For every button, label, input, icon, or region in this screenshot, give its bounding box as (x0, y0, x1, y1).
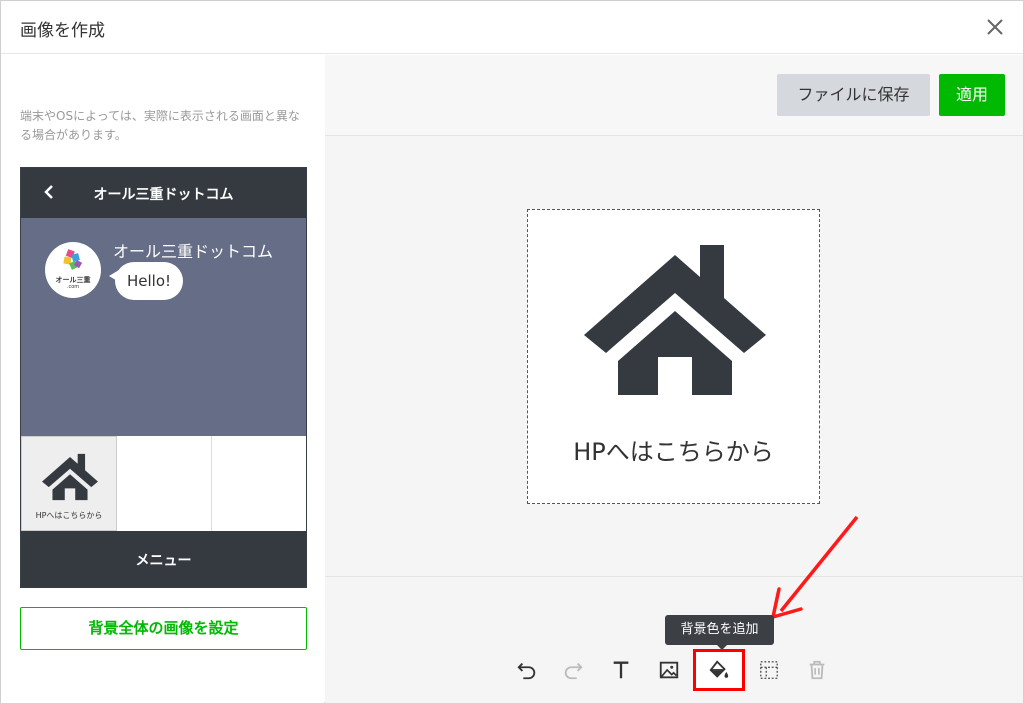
close-icon[interactable] (983, 15, 1007, 39)
rich-menu-cell-2[interactable] (117, 436, 212, 531)
avatar: オール三重 .com (45, 242, 101, 298)
background-grid-icon (760, 661, 778, 679)
image-icon (659, 661, 679, 679)
red-arrow-annotation (765, 513, 875, 623)
undo-button[interactable] (509, 652, 545, 688)
canvas-area: HPへはこちらから (325, 137, 1023, 577)
phone-header-title: オール三重ドットコム (93, 187, 234, 203)
rich-menu-cell-1[interactable]: HPへはこちらから (21, 436, 117, 531)
text-icon (613, 661, 629, 679)
redo-icon (564, 662, 583, 680)
preview-panel: 端末やOSによっては、実際に表示される画面と異なる場合があります。 オール三重ド… (1, 55, 324, 703)
tooltip: 背景色を追加 (665, 615, 774, 645)
modal-header: 画像を作成 (1, 1, 1023, 54)
phone-header: オール三重ドットコム (21, 168, 306, 218)
canvas-text[interactable]: HPへはこちらから (528, 432, 819, 467)
phone-preview: オール三重ドットコム オール三重 .com オール三重ドットコム Hello! … (20, 167, 307, 588)
image-canvas[interactable]: HPへはこちらから (527, 209, 820, 504)
editor-top-bar: ファイルに保存 適用 (325, 55, 1023, 136)
house-icon (42, 453, 98, 501)
preview-notice: 端末やOSによっては、実際に表示される画面と異なる場合があります。 (20, 109, 300, 142)
rich-menu-preview: HPへはこちらから (21, 436, 306, 531)
save-to-file-button[interactable]: ファイルに保存 (777, 74, 930, 116)
avatar-brand-sub-text: .com (66, 284, 80, 290)
trash-icon (809, 660, 825, 680)
apply-button[interactable]: 適用 (939, 74, 1005, 116)
editor-toolbar (505, 649, 835, 692)
add-image-button[interactable] (651, 652, 687, 688)
set-background-image-button[interactable]: 背景全体の画像を設定 (20, 607, 307, 650)
add-background-color-button[interactable] (693, 649, 745, 691)
rich-menu-cell-label: HPへはこちらから (35, 511, 103, 520)
create-image-modal: 画像を作成 端末やOSによっては、実際に表示される画面と異なる場合があります。 … (0, 0, 1024, 703)
rich-menu-bar[interactable]: メニュー (21, 531, 306, 587)
modal-title: 画像を作成 (20, 21, 105, 41)
house-icon[interactable] (584, 245, 766, 395)
undo-icon (517, 662, 536, 680)
chat-sender-name: オール三重ドットコム (113, 242, 274, 261)
delete-button[interactable] (799, 652, 835, 688)
redo-button[interactable] (555, 652, 591, 688)
add-text-button[interactable] (603, 652, 639, 688)
message-bubble: Hello! (115, 262, 184, 300)
background-grid-button[interactable] (751, 652, 787, 688)
paint-bucket-icon (709, 660, 729, 678)
rich-menu-cell-3[interactable] (212, 436, 306, 531)
editor-panel: ファイルに保存 適用 HPへはこちらから 背景色を追加 (325, 55, 1023, 703)
chat-area: オール三重 .com オール三重ドットコム Hello! (21, 218, 306, 436)
menu-bar-label: メニュー (135, 553, 192, 569)
